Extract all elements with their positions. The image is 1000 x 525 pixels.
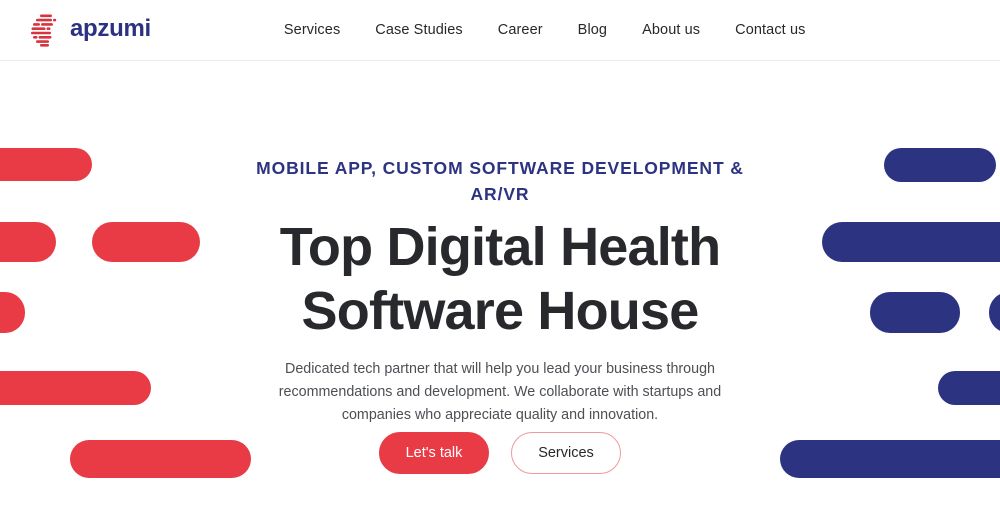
page-root: apzumi Services Case Studies Career Blog… — [0, 0, 1000, 525]
decor-pill-red-4 — [0, 292, 25, 333]
services-button[interactable]: Services — [511, 432, 621, 474]
site-header: apzumi Services Case Studies Career Blog… — [0, 0, 1000, 61]
page-title: Top Digital Health Software House — [279, 217, 721, 341]
nav-item-about-us[interactable]: About us — [642, 16, 700, 44]
decor-pill-blue-4 — [989, 292, 1000, 333]
nav-item-services[interactable]: Services — [284, 16, 340, 44]
decor-pill-red-1 — [0, 148, 92, 181]
decor-pill-red-2 — [0, 222, 56, 262]
nav-item-blog[interactable]: Blog — [578, 16, 607, 44]
hero-cta-row: Let's talk Services — [250, 432, 750, 474]
hero-subcopy: Dedicated tech partner that will help yo… — [278, 361, 722, 424]
primary-nav: Services Case Studies Career Blog About … — [284, 16, 806, 44]
decor-pill-blue-2 — [822, 222, 1000, 262]
decor-pill-blue-5 — [938, 371, 1000, 405]
decor-pill-red-6 — [70, 440, 251, 478]
decor-pill-blue-6 — [780, 440, 1000, 478]
brand-logo[interactable]: apzumi — [29, 13, 151, 47]
hero-content: MOBILE APP, CUSTOM SOFTWARE DEVELOPMENT … — [250, 61, 750, 525]
decor-pill-red-3 — [92, 222, 200, 262]
nav-item-contact-us[interactable]: Contact us — [735, 16, 805, 44]
nav-item-career[interactable]: Career — [498, 16, 543, 44]
hero-eyebrow: MOBILE APP, CUSTOM SOFTWARE DEVELOPMENT … — [256, 158, 744, 204]
apzumi-bars-logo-icon — [31, 14, 57, 47]
decor-pill-blue-3 — [870, 292, 960, 333]
decor-pill-blue-1 — [884, 148, 996, 182]
brand-wordmark: apzumi — [70, 15, 151, 42]
decor-pill-red-5 — [0, 371, 151, 405]
nav-item-case-studies[interactable]: Case Studies — [375, 16, 462, 44]
lets-talk-button[interactable]: Let's talk — [379, 432, 489, 474]
